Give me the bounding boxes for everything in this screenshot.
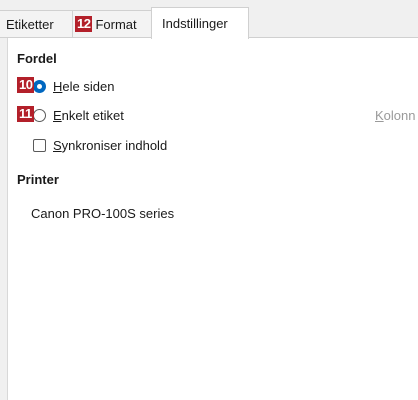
tab-settings[interactable]: Indstillinger (151, 7, 249, 39)
tab-settings-label: Indstillinger (162, 16, 228, 31)
annotation-badge-12: 12 (75, 16, 93, 32)
tab-labels[interactable]: Etiketter (0, 10, 79, 37)
column-label: Kolonn (375, 108, 416, 123)
whole-page-label: Hele siden (53, 79, 115, 94)
annotation-badge-10: 10 (17, 77, 35, 93)
single-label-label: Enkelt etiket (53, 108, 124, 123)
tab-format-label: Format (95, 16, 137, 32)
distribution-heading: Fordel (17, 51, 57, 66)
tab-bar: Etiketter 12 Format Indstillinger (0, 0, 418, 39)
tab-labels-label: Etiketter (6, 16, 54, 32)
annotation-badge-11: 11 (17, 106, 34, 122)
whole-page-radio[interactable] (33, 80, 46, 93)
synchronize-content-checkbox[interactable] (33, 139, 46, 152)
single-label-option[interactable]: Enkelt etiket (33, 108, 124, 123)
settings-panel: Fordel Hele siden 10 Enkelt etiket 11 Ko… (7, 38, 418, 400)
printer-name: Canon PRO-100S series (31, 206, 175, 221)
synchronize-content-label: Synkroniser indhold (53, 138, 168, 153)
printer-heading: Printer (17, 172, 59, 187)
tab-format[interactable]: 12 Format (72, 10, 152, 37)
whole-page-option[interactable]: Hele siden (33, 79, 114, 94)
synchronize-content-option[interactable]: Synkroniser indhold (33, 138, 167, 153)
single-label-radio[interactable] (33, 109, 46, 122)
